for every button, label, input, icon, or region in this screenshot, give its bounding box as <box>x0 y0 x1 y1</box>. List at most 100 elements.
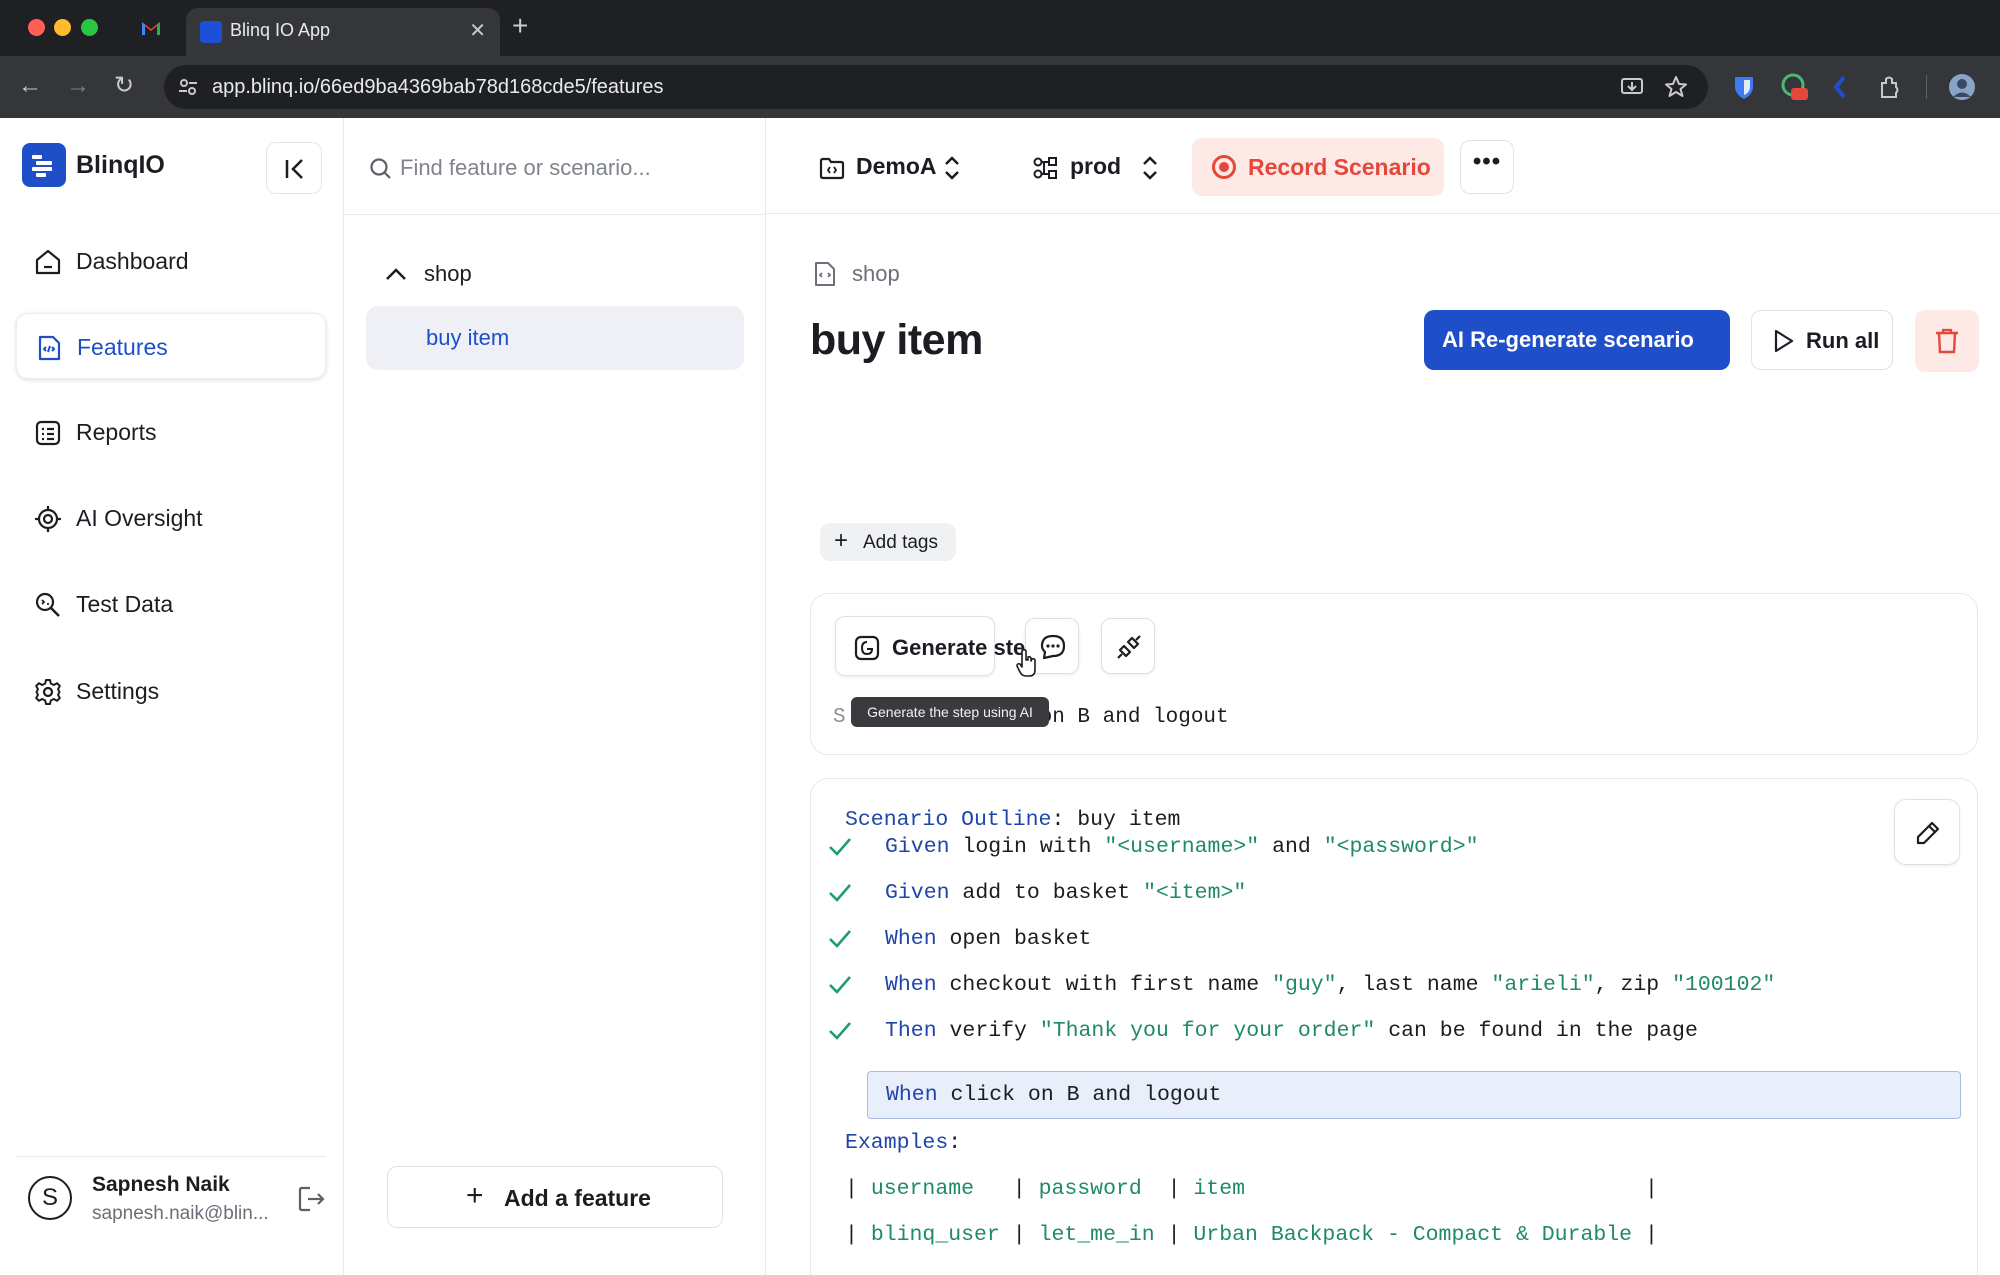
gmail-tab-icon[interactable] <box>140 17 162 39</box>
step-text: checkout with first name <box>936 973 1273 997</box>
search-input[interactable] <box>400 150 740 186</box>
sidebar-item-features[interactable]: Features <box>16 313 326 379</box>
play-icon <box>1774 329 1794 353</box>
active-tab[interactable]: Blinq IO App ✕ <box>186 8 500 56</box>
table-cell: let_me_in <box>1038 1223 1155 1247</box>
sidebar-item-reports[interactable]: Reports <box>16 399 326 465</box>
back-arrow-icon[interactable]: ← <box>18 72 42 100</box>
feature-file-icon <box>815 262 835 286</box>
run-all-label: Run all <box>1806 328 1880 353</box>
table-header-cell: username <box>870 1177 975 1201</box>
check-icon <box>829 884 851 902</box>
user-name: Sapnesh Naik <box>92 1173 230 1196</box>
bookmark-star-icon[interactable] <box>1664 75 1688 99</box>
step-keyword: Given <box>885 835 950 859</box>
reload-icon[interactable]: ↻ <box>114 72 134 100</box>
chevron-updown-icon <box>1143 156 1157 180</box>
run-all-button[interactable]: Run all <box>1751 310 1893 370</box>
scenario-step[interactable]: Then verify "Thank you for your order" c… <box>885 1019 1698 1043</box>
step-keyword: When <box>886 1083 938 1107</box>
breadcrumb-label: shop <box>852 261 900 286</box>
extensions-puzzle-icon[interactable] <box>1876 73 1904 101</box>
environment-selector[interactable]: prod <box>1032 150 1162 184</box>
scenario-step[interactable]: When open basket <box>885 927 1091 951</box>
install-app-icon[interactable] <box>1620 75 1644 99</box>
check-icon <box>829 838 851 856</box>
step-keyword: Then <box>885 1019 937 1043</box>
scenario-step[interactable]: Given login with "<username>" and "<pass… <box>885 835 1479 859</box>
current-step[interactable]: When click on B and logout <box>867 1071 1961 1119</box>
table-separator: | <box>1012 1177 1039 1201</box>
step-text: add to basket <box>949 881 1144 905</box>
feature-search[interactable] <box>368 144 748 194</box>
regenerate-scenario-button[interactable]: AI Re-generate scenario <box>1424 310 1730 370</box>
add-feature-label: Add a feature <box>504 1185 651 1211</box>
feature-item-buy-item[interactable]: buy item <box>366 306 744 370</box>
scenario-step[interactable]: Given add to basket "<item>" <box>885 881 1246 905</box>
check-icon <box>829 976 851 994</box>
step-parameter: "arieli" <box>1491 973 1595 997</box>
step-text: verify <box>936 1019 1040 1043</box>
step-input-prefix: S <box>833 706 846 729</box>
generate-step-button[interactable]: Generate step <box>835 616 1039 676</box>
forward-arrow-icon[interactable]: → <box>66 72 90 100</box>
delete-scenario-button[interactable] <box>1915 310 1979 372</box>
examples-keyword: Examples <box>845 1131 949 1155</box>
record-label: Record Scenario <box>1248 154 1431 180</box>
profile-avatar-icon[interactable] <box>1948 73 1976 101</box>
table-separator: | <box>1644 1177 1658 1201</box>
sidebar-item-dashboard[interactable]: Dashboard <box>16 228 326 294</box>
sidebar-item-ai-oversight[interactable]: AI Oversight <box>16 485 326 551</box>
sidebar-item-settings[interactable]: Settings <box>16 658 326 724</box>
url-text[interactable]: app.blinq.io/66ed9ba4369bab78d168cde5/fe… <box>212 76 664 99</box>
sidebar-item-label: Settings <box>76 678 160 704</box>
ai-generate-icon <box>854 635 880 661</box>
chat-bubble-icon <box>1040 634 1066 660</box>
table-padding <box>1000 1223 1013 1247</box>
connect-button[interactable] <box>1101 618 1155 674</box>
step-text: login with <box>949 835 1105 859</box>
sidebar-divider <box>16 1156 326 1157</box>
site-settings-icon[interactable] <box>176 75 200 99</box>
close-window-button[interactable] <box>28 19 45 36</box>
features-icon <box>38 335 61 361</box>
scenario-step[interactable]: When checkout with first name "guy", las… <box>885 973 1775 997</box>
bitwarden-extension-icon[interactable] <box>1730 73 1758 101</box>
sidebar-item-test-data[interactable]: Test Data <box>16 571 326 637</box>
feature-label: buy item <box>426 325 510 350</box>
current-step-text: When click on B and logout <box>886 1083 1221 1107</box>
more-options-button[interactable]: ••• <box>1460 140 1514 194</box>
new-tab-button[interactable]: + <box>512 12 528 40</box>
table-separator: | <box>845 1177 871 1201</box>
edit-scenario-button[interactable] <box>1894 799 1960 865</box>
logout-icon[interactable] <box>296 1184 326 1214</box>
extension-off-icon[interactable] <box>1780 73 1808 101</box>
minimize-window-button[interactable] <box>54 19 71 36</box>
record-scenario-button[interactable]: Record Scenario <box>1192 138 1444 196</box>
table-padding <box>974 1177 1013 1201</box>
step-parameter: "guy" <box>1272 973 1337 997</box>
sidebar-item-label: Dashboard <box>76 248 189 274</box>
collapse-sidebar-button[interactable] <box>266 142 322 194</box>
table-cell: blinq_user <box>870 1223 1000 1247</box>
check-icon <box>829 930 851 948</box>
address-bar[interactable]: app.blinq.io/66ed9ba4369bab78d168cde5/fe… <box>164 65 1708 109</box>
step-parameter: "<password>" <box>1323 835 1479 859</box>
close-tab-icon[interactable]: ✕ <box>469 18 486 43</box>
table-cell: Urban Backpack - Compact & Durable <box>1193 1223 1633 1247</box>
step-input-value: on B and logout <box>1039 706 1229 729</box>
blinq-favicon-icon <box>200 21 222 43</box>
table-separator: | <box>1167 1223 1194 1247</box>
chevron-up-icon <box>386 268 406 280</box>
chevron-updown-icon <box>945 156 959 180</box>
add-feature-button[interactable]: + Add a feature <box>387 1166 723 1228</box>
step-parameter: "<username>" <box>1104 835 1260 859</box>
maximize-window-button[interactable] <box>81 19 98 36</box>
step-text: can be found in the page <box>1375 1019 1698 1043</box>
step-text: , zip <box>1594 973 1673 997</box>
project-selector[interactable]: DemoA <box>818 150 968 184</box>
blinq-extension-icon[interactable] <box>1828 73 1856 101</box>
avatar[interactable]: S <box>28 1176 72 1220</box>
add-tags-button[interactable]: + Add tags <box>820 523 956 561</box>
hand-pointer-icon <box>1016 648 1036 677</box>
